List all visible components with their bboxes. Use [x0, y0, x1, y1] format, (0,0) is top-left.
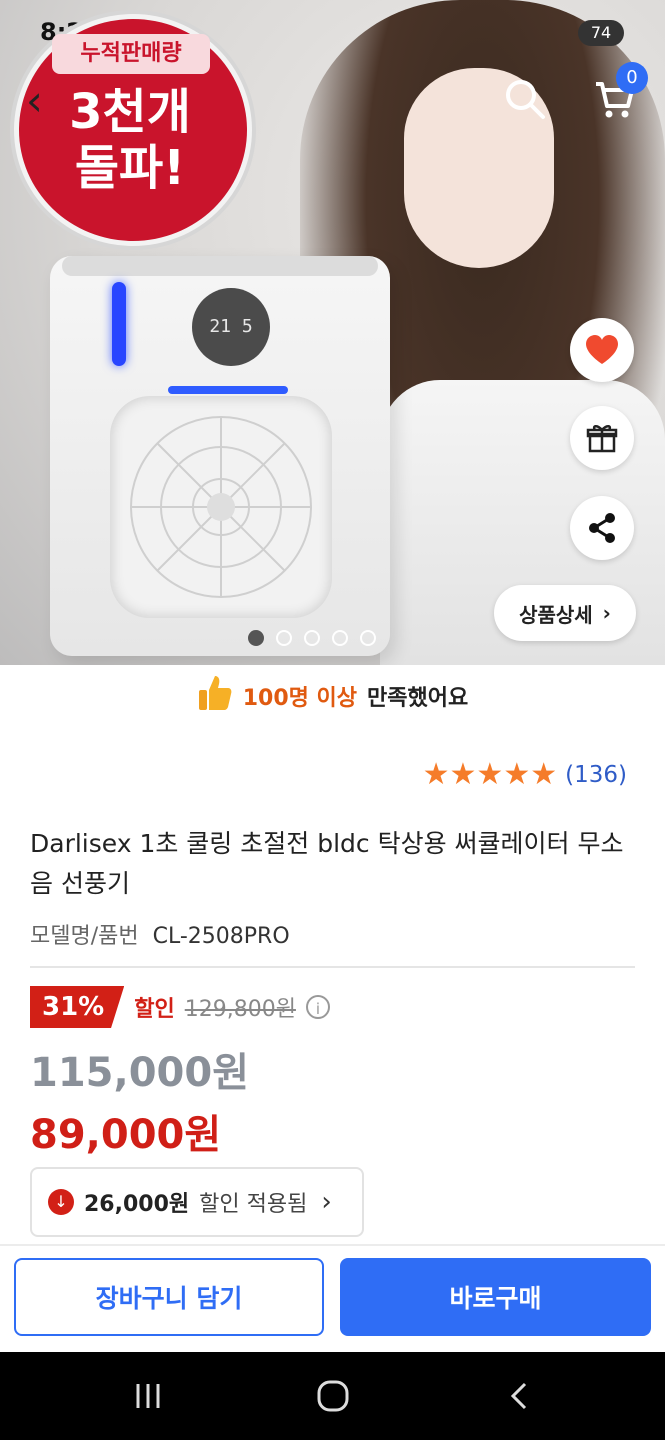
satisfaction-banner: 100명 이상 만족했어요	[0, 672, 665, 720]
model-label: 모델명/품번	[30, 924, 139, 949]
cart-count-badge: 0	[616, 62, 648, 94]
gift-button[interactable]	[570, 406, 634, 470]
fan-grille	[110, 396, 332, 618]
star-icon: ★	[422, 757, 450, 792]
star-icon: ★	[449, 757, 477, 792]
satisfaction-text: 만족했어요	[367, 686, 469, 711]
product-image-carousel[interactable]: 21 5 8:24 74 누적판매량 3천개 돌파! ‹	[0, 0, 665, 665]
model-number-row: 모델명/품번 CL-2508PRO	[30, 918, 290, 950]
home-icon	[317, 1380, 349, 1412]
rating-summary[interactable]: ★ ★ ★ ★ ★ (136)	[423, 758, 627, 792]
discount-row: 31% 할인 129,800원 i	[30, 986, 330, 1028]
share-button[interactable]	[570, 496, 634, 560]
product-detail-label: 상품상세	[519, 602, 593, 627]
back-nav-button[interactable]	[470, 1352, 570, 1440]
chevron-right-icon: ›	[321, 1187, 332, 1217]
star-icon: ★	[476, 757, 504, 792]
coupon-text: 할인 적용됨	[199, 1192, 308, 1217]
fan-light-bar	[168, 386, 288, 394]
rating-stars: ★ ★ ★ ★ ★	[423, 758, 558, 792]
search-button[interactable]	[500, 74, 550, 124]
system-nav-bar	[0, 1352, 665, 1440]
product-title: Darlisex 1초 쿨링 초절전 bldc 탁상용 써큘레이터 무소음 선풍…	[30, 829, 624, 898]
sales-badge-main-text: 3천개 돌파!	[30, 84, 230, 196]
original-price: 129,800원	[184, 997, 296, 1022]
carousel-dots	[248, 630, 376, 646]
share-icon	[589, 513, 615, 543]
chevron-right-icon: ›	[602, 601, 611, 625]
gift-icon	[586, 425, 618, 453]
carousel-dot[interactable]	[248, 630, 264, 646]
carousel-dot[interactable]	[360, 630, 376, 646]
fan-top-rim	[62, 256, 378, 276]
discount-label: 할인	[134, 997, 175, 1022]
star-icon: ★	[530, 757, 558, 792]
review-count[interactable]: (136)	[565, 762, 627, 788]
discount-percent-badge: 31%	[30, 986, 125, 1028]
back-arrow-icon	[510, 1382, 527, 1410]
star-icon: ★	[503, 757, 531, 792]
carousel-dot[interactable]	[276, 630, 292, 646]
back-button[interactable]: ‹	[26, 76, 43, 125]
info-icon[interactable]: i	[305, 995, 330, 1019]
carousel-dot[interactable]	[304, 630, 320, 646]
arrow-down-icon: ↓	[48, 1189, 74, 1215]
add-to-cart-button[interactable]: 장바구니 담기	[14, 1258, 324, 1336]
coupon-amount: 26,000원	[84, 1192, 190, 1217]
divider	[30, 966, 635, 968]
satisfaction-count: 100명 이상	[242, 686, 358, 711]
coupon-discount-button[interactable]: ↓ 26,000원 할인 적용됨 ›	[30, 1167, 364, 1237]
fan-display: 21 5	[192, 288, 270, 366]
fan-water-level-light	[112, 282, 126, 366]
sales-badge-top-text: 누적판매량	[52, 34, 210, 74]
product-detail-button[interactable]: 상품상세 ›	[494, 585, 636, 641]
list-price: 115,000원	[30, 1050, 249, 1096]
bottom-bar-separator	[0, 1244, 665, 1246]
buy-now-button[interactable]: 바로구매	[340, 1258, 651, 1336]
chevron-left-icon: ‹	[26, 76, 43, 125]
search-icon	[506, 80, 545, 119]
sales-badge-line2: 돌파!	[74, 140, 186, 196]
carousel-dot[interactable]	[332, 630, 348, 646]
wishlist-button[interactable]	[570, 318, 634, 382]
recent-apps-button[interactable]	[98, 1352, 198, 1440]
home-button[interactable]	[283, 1352, 383, 1440]
heart-icon	[586, 335, 618, 364]
battery-indicator: 74	[578, 20, 624, 46]
thumbs-up-icon	[197, 674, 233, 718]
model-value: CL-2508PRO	[152, 924, 290, 949]
recent-apps-icon	[136, 1384, 160, 1408]
sales-badge-line1: 3천개	[69, 84, 191, 140]
final-price: 89,000원	[30, 1112, 222, 1158]
